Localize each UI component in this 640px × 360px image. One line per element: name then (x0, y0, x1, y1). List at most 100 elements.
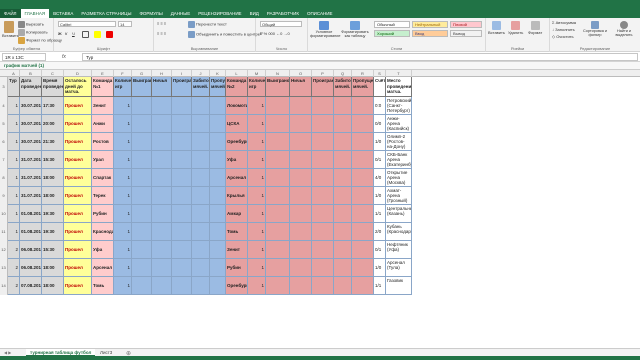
column-header[interactable]: K (210, 70, 226, 77)
table-cell[interactable] (312, 277, 334, 295)
row-header[interactable]: 10 (0, 205, 8, 223)
table-cell[interactable] (312, 187, 334, 205)
table-cell[interactable]: 1 (8, 223, 20, 241)
table-cell[interactable]: 1 (114, 115, 132, 133)
table-cell[interactable]: 1 (248, 169, 266, 187)
table-cell[interactable]: 1 (8, 205, 20, 223)
copy-button[interactable]: Копировать (18, 29, 48, 36)
row-header[interactable]: 11 (0, 223, 8, 241)
table-cell[interactable] (192, 187, 210, 205)
column-header[interactable]: A (8, 70, 20, 77)
number-format-select[interactable]: Общий (260, 21, 302, 27)
table-cell[interactable] (132, 259, 152, 277)
table-cell[interactable] (210, 277, 226, 295)
table-cell[interactable]: 30.07.2016 (20, 133, 42, 151)
row-header[interactable]: 4 (0, 97, 8, 115)
table-cell[interactable] (290, 277, 312, 295)
header-cell[interactable]: Забито мячей. (334, 77, 352, 97)
header-cell[interactable]: Ничья (152, 77, 172, 97)
table-cell[interactable] (352, 133, 374, 151)
table-cell[interactable] (266, 133, 290, 151)
table-cell[interactable]: Арсенал (92, 259, 114, 277)
table-cell[interactable]: 2 (8, 241, 20, 259)
table-cell[interactable]: Прошел (64, 241, 92, 259)
wrap-text-button[interactable]: Перенести текст (188, 21, 227, 28)
table-cell[interactable] (312, 151, 334, 169)
table-cell[interactable]: Оренбург (226, 277, 248, 295)
table-cell[interactable] (352, 259, 374, 277)
table-cell[interactable]: 01.08.2016 (20, 223, 42, 241)
table-cell[interactable]: 2 (8, 259, 20, 277)
table-cell[interactable] (210, 205, 226, 223)
table-cell[interactable]: 18:00 (42, 277, 64, 295)
table-cell[interactable] (266, 115, 290, 133)
table-cell[interactable]: 1/0 (374, 133, 386, 151)
table-cell[interactable]: 19:30 (42, 205, 64, 223)
table-cell[interactable]: 07.08.2016 (20, 277, 42, 295)
table-cell[interactable] (352, 277, 374, 295)
table-cell[interactable] (290, 223, 312, 241)
table-cell[interactable] (210, 187, 226, 205)
header-cell[interactable]: Команда №1 (92, 77, 114, 97)
table-cell[interactable]: 20:00 (42, 115, 64, 133)
table-cell[interactable]: 31.07.2016 (20, 151, 42, 169)
italic-button[interactable]: К (65, 31, 67, 36)
table-cell[interactable] (152, 151, 172, 169)
table-cell[interactable] (266, 241, 290, 259)
table-cell[interactable]: 1 (248, 115, 266, 133)
table-cell[interactable] (132, 169, 152, 187)
column-header[interactable]: C (42, 70, 64, 77)
table-cell[interactable]: 30.07.2016 (20, 115, 42, 133)
table-cell[interactable]: 06.08.2016 (20, 241, 42, 259)
table-cell[interactable]: Томь (226, 223, 248, 241)
table-cell[interactable] (172, 187, 192, 205)
table-cell[interactable] (132, 151, 152, 169)
table-cell[interactable]: Зенит (92, 97, 114, 115)
table-cell[interactable]: Нефтяник (Уфа) (386, 241, 412, 259)
row-header[interactable]: 3 (0, 77, 8, 97)
paste-button[interactable]: Вставить (2, 21, 19, 38)
style-output[interactable]: Вывод (450, 30, 482, 37)
font-size-select[interactable]: 14 (118, 21, 132, 27)
table-cell[interactable] (312, 223, 334, 241)
header-cell[interactable]: Выиграно (132, 77, 152, 97)
table-cell[interactable] (352, 241, 374, 259)
table-cell[interactable]: 1 (248, 259, 266, 277)
header-cell[interactable]: Проиграно (312, 77, 334, 97)
autosum-button[interactable]: Σ Автосумма (552, 20, 576, 25)
header-cell[interactable]: Количество игр (248, 77, 266, 97)
table-cell[interactable]: 15:30 (42, 241, 64, 259)
table-cell[interactable] (352, 205, 374, 223)
table-cell[interactable]: 0/0 (374, 115, 386, 133)
table-cell[interactable]: Прошел (64, 259, 92, 277)
style-input[interactable]: Ввод (412, 30, 448, 37)
table-cell[interactable]: 1 (114, 187, 132, 205)
table-cell[interactable] (334, 133, 352, 151)
table-cell[interactable]: 1 (248, 133, 266, 151)
table-cell[interactable]: Урал (92, 151, 114, 169)
table-cell[interactable] (334, 169, 352, 187)
table-cell[interactable] (192, 259, 210, 277)
column-header[interactable]: M (248, 70, 266, 77)
fx-icon[interactable]: fx (62, 54, 66, 60)
table-cell[interactable]: 1 (8, 133, 20, 151)
table-cell[interactable] (352, 187, 374, 205)
table-cell[interactable]: 1 (248, 97, 266, 115)
table-cell[interactable] (312, 241, 334, 259)
table-cell[interactable] (192, 97, 210, 115)
table-cell[interactable]: Анжи (92, 115, 114, 133)
table-cell[interactable] (210, 151, 226, 169)
table-cell[interactable] (172, 169, 192, 187)
table-cell[interactable] (290, 205, 312, 223)
table-cell[interactable] (352, 169, 374, 187)
table-cell[interactable] (172, 151, 192, 169)
table-cell[interactable]: Петровский (Санкт-Петербург) (386, 97, 412, 115)
find-select-button[interactable]: Найти и выделить (610, 21, 638, 37)
table-cell[interactable] (152, 133, 172, 151)
column-header[interactable]: I (172, 70, 192, 77)
underline-button[interactable]: Ч (72, 31, 75, 36)
table-cell[interactable]: 15:30 (42, 151, 64, 169)
table-cell[interactable]: 01.08.2016 (20, 205, 42, 223)
header-cell[interactable]: Пропущено мячей. (210, 77, 226, 97)
table-cell[interactable]: Оренбург (226, 133, 248, 151)
